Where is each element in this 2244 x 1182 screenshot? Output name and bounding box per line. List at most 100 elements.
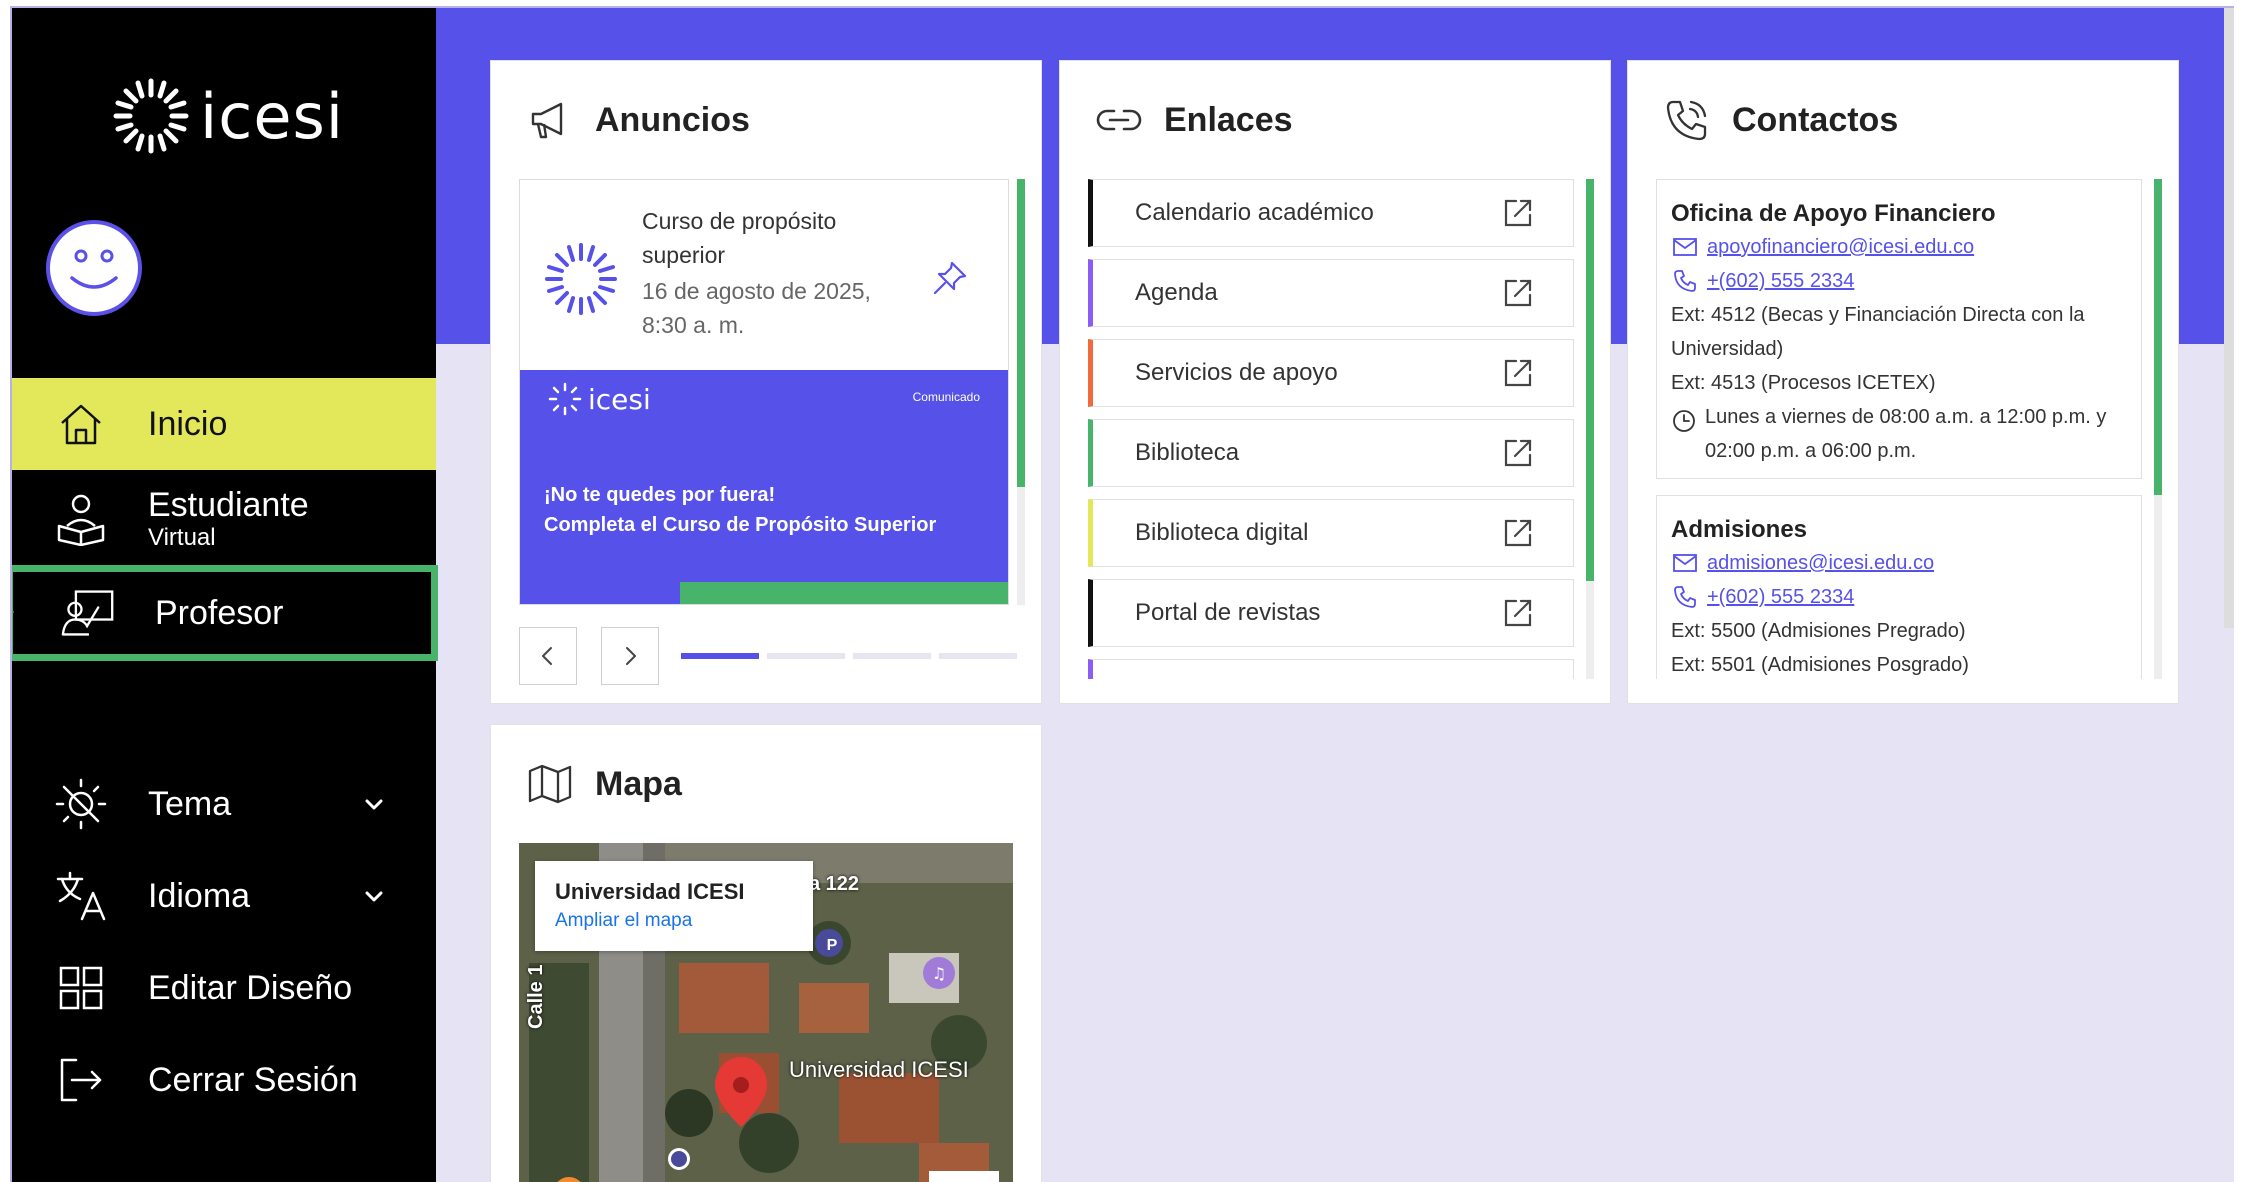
phone-call-icon bbox=[1664, 97, 1710, 143]
map-view[interactable]: P ♫ a 122 Calle 1 Universidad ICESI Univ… bbox=[519, 843, 1013, 1182]
link-item[interactable]: Servicios de apoyo bbox=[1088, 339, 1574, 407]
clock-icon bbox=[1671, 408, 1697, 436]
contact-email-row: apoyofinanciero@icesi.edu.co bbox=[1671, 230, 2127, 264]
contactos-title-text: Contactos bbox=[1732, 100, 1899, 139]
link-label: Biblioteca digital bbox=[1135, 519, 1309, 546]
nav-label-editar-diseno: Editar Diseño bbox=[148, 968, 353, 1007]
carousel-dot-4[interactable] bbox=[939, 653, 1017, 659]
link-item[interactable]: Portal de revistas bbox=[1088, 579, 1574, 647]
carousel-dot-1[interactable] bbox=[681, 653, 759, 659]
student-icon bbox=[54, 492, 108, 546]
enlaces-title: Enlaces bbox=[1096, 97, 1293, 143]
announcement-title: Curso de propósito superior bbox=[642, 208, 837, 268]
enlaces-card: Enlaces Calendario académico Agenda Serv… bbox=[1059, 60, 1611, 704]
contactos-title: Contactos bbox=[1664, 97, 1898, 143]
map-info-box: Universidad ICESI Ampliar el mapa bbox=[535, 861, 813, 951]
nav-item-cerrar-sesion[interactable]: Cerrar Sesión bbox=[12, 1044, 436, 1116]
contact-item: Admisiones admisiones@icesi.edu.co +(602… bbox=[1656, 495, 2142, 679]
carousel-next-button[interactable] bbox=[601, 627, 659, 685]
links-scroll-thumb[interactable] bbox=[1586, 179, 1594, 581]
nav-item-tema[interactable]: Tema bbox=[12, 768, 436, 840]
link-item[interactable]: Biblioteca digital bbox=[1088, 499, 1574, 567]
page-scrollbar[interactable] bbox=[2224, 8, 2234, 628]
links-scrollbar[interactable] bbox=[1586, 179, 1594, 679]
banner-sunburst-icon bbox=[548, 382, 582, 416]
link-item-partial[interactable] bbox=[1088, 659, 1574, 679]
avatar[interactable] bbox=[46, 220, 142, 316]
link-item[interactable]: Calendario académico bbox=[1088, 179, 1574, 247]
nav-item-editar-diseno[interactable]: Editar Diseño bbox=[12, 952, 436, 1024]
contacts-list: Oficina de Apoyo Financiero apoyofinanci… bbox=[1656, 179, 2146, 679]
contact-email-link[interactable]: admisiones@icesi.edu.co bbox=[1707, 546, 1934, 580]
announcement-banner[interactable]: icesi Comunicado ¡No te quedes por fuera… bbox=[520, 370, 1008, 604]
sidebar: icesi Inicio Estudiante Virtual Profesor… bbox=[12, 8, 438, 1182]
external-link-icon bbox=[1501, 676, 1535, 679]
contact-ext-2: Ext: 5501 (Admisiones Posgrado) bbox=[1671, 654, 1969, 676]
anuncios-card: Anuncios Curso de propósito superior 16 … bbox=[490, 60, 1042, 704]
announcement-scrollbar[interactable] bbox=[1017, 179, 1025, 605]
external-link-icon bbox=[1504, 359, 1532, 387]
carousel-dot-2[interactable] bbox=[767, 653, 845, 659]
link-label: Calendario académico bbox=[1135, 199, 1374, 226]
map-street-label: Calle 1 bbox=[525, 964, 547, 1029]
announcement-scroll-thumb[interactable] bbox=[1017, 179, 1025, 487]
contact-name: Admisiones bbox=[1671, 516, 1808, 543]
nav-label-profesor: Profesor bbox=[155, 593, 284, 632]
banner-logo: icesi bbox=[548, 382, 651, 416]
contacts-scrollbar[interactable] bbox=[2154, 179, 2162, 679]
contact-item: Oficina de Apoyo Financiero apoyofinanci… bbox=[1656, 179, 2142, 479]
external-link-icon bbox=[1504, 599, 1532, 627]
announcement-header: Curso de propósito superior 16 de agosto… bbox=[520, 180, 1008, 370]
chevron-down-icon[interactable] bbox=[362, 884, 386, 908]
chevron-left-icon bbox=[542, 647, 552, 665]
nav-item-inicio[interactable]: Inicio bbox=[12, 378, 436, 470]
contact-email-link[interactable]: apoyofinanciero@icesi.edu.co bbox=[1707, 230, 1974, 264]
external-link-icon bbox=[1504, 199, 1532, 227]
enlaces-title-text: Enlaces bbox=[1164, 100, 1293, 139]
contact-name: Oficina de Apoyo Financiero bbox=[1671, 200, 1996, 227]
contact-phone-row: +(602) 555 2334 bbox=[1671, 580, 2127, 614]
pin-icon[interactable] bbox=[930, 258, 970, 298]
nav-label-cerrar-sesion: Cerrar Sesión bbox=[148, 1060, 358, 1099]
carousel-prev-button[interactable] bbox=[519, 627, 577, 685]
chevron-down-icon[interactable] bbox=[362, 792, 386, 816]
nav-item-estudiante[interactable]: Estudiante Virtual bbox=[12, 480, 436, 558]
contact-ext-1: Ext: 5500 (Admisiones Pregrado) bbox=[1671, 620, 1966, 642]
icesi-logo[interactable]: icesi bbox=[112, 72, 344, 160]
announcement-item[interactable]: Curso de propósito superior 16 de agosto… bbox=[519, 179, 1009, 605]
mail-icon bbox=[1671, 233, 1699, 261]
logout-icon bbox=[54, 1053, 108, 1107]
map-marker-label: Universidad ICESI bbox=[789, 1057, 969, 1082]
link-icon bbox=[1096, 97, 1142, 143]
icesi-sunburst-icon bbox=[545, 243, 617, 315]
smiley-face-icon bbox=[70, 249, 118, 289]
contact-email-row: admisiones@icesi.edu.co bbox=[1671, 546, 2127, 580]
svg-text:P: P bbox=[827, 937, 838, 954]
map-enlarge-link[interactable]: Ampliar el mapa bbox=[555, 907, 793, 935]
translate-icon bbox=[54, 869, 108, 923]
map-street-label: a 122 bbox=[809, 873, 860, 895]
nav-label-tema: Tema bbox=[148, 784, 232, 823]
logo-text: icesi bbox=[200, 79, 344, 153]
link-label: Biblioteca bbox=[1135, 439, 1240, 466]
contact-hours: Lunes a viernes de 08:00 a.m. a 12:00 p.… bbox=[1705, 406, 2107, 462]
nav-item-idioma[interactable]: Idioma bbox=[12, 860, 436, 932]
carousel-dot-3[interactable] bbox=[853, 653, 931, 659]
logo-sunburst-icon bbox=[113, 78, 189, 154]
theme-icon bbox=[54, 777, 108, 831]
phone-icon bbox=[1671, 583, 1699, 611]
mapa-card: Mapa P ♫ a 122 Calle 1 Universidad ICESI… bbox=[490, 724, 1042, 1182]
links-list: Calendario académico Agenda Servicios de… bbox=[1088, 179, 1578, 679]
map-place-name: Universidad ICESI bbox=[555, 879, 745, 904]
link-item[interactable]: Agenda bbox=[1088, 259, 1574, 327]
layout-icon bbox=[54, 961, 108, 1015]
contact-phone-row: +(602) 555 2334 bbox=[1671, 264, 2127, 298]
nav-item-profesor[interactable]: Profesor bbox=[12, 565, 438, 661]
contact-phone-link[interactable]: +(602) 555 2334 bbox=[1707, 580, 1854, 614]
contacts-scroll-thumb[interactable] bbox=[2154, 179, 2162, 495]
svg-text:♫: ♫ bbox=[932, 964, 946, 983]
mapa-title: Mapa bbox=[527, 761, 682, 807]
link-item[interactable]: Biblioteca bbox=[1088, 419, 1574, 487]
banner-text: ¡No te quedes por fuera! Completa el Cur… bbox=[544, 480, 936, 540]
contact-phone-link[interactable]: +(602) 555 2334 bbox=[1707, 264, 1854, 298]
